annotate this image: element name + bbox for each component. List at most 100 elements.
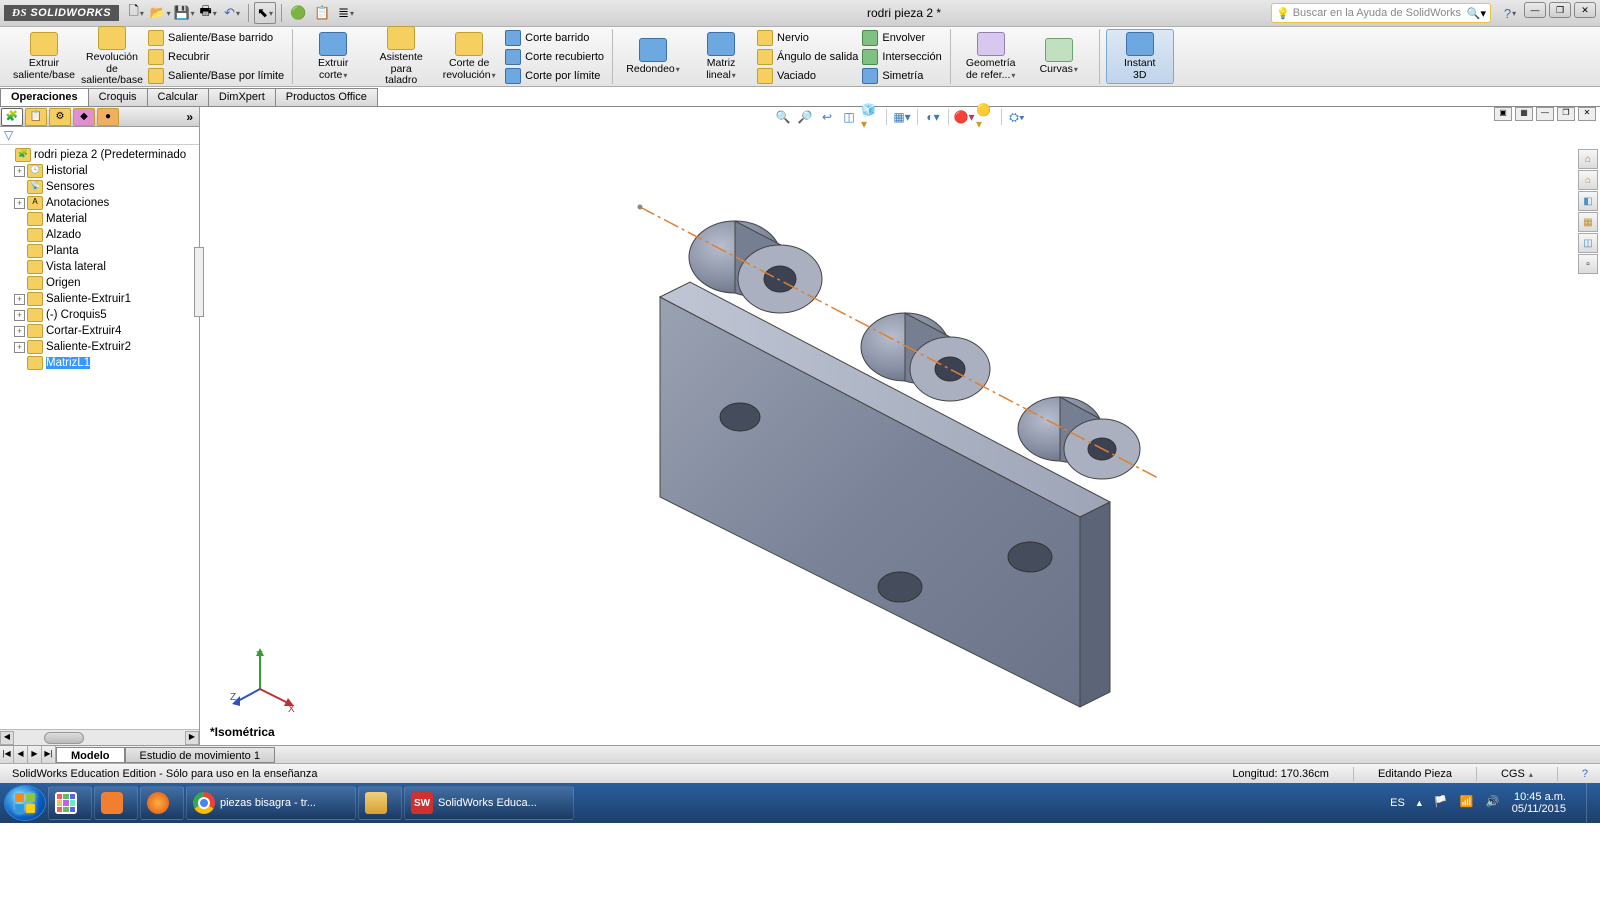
taskpane-library-icon[interactable]: ◧ [1578, 191, 1598, 211]
tab-productos-office[interactable]: Productos Office [275, 88, 378, 106]
display-tab-icon[interactable]: ● [97, 108, 119, 126]
tree-item[interactable]: +Saliente-Extruir2 [0, 339, 199, 355]
view-settings-icon[interactable]: ⛭▾ [1007, 107, 1027, 127]
tab-dimxpert[interactable]: DimXpert [208, 88, 276, 106]
options-dropdown-button[interactable]: ≣▾ [335, 2, 357, 24]
tree-item[interactable]: Origen [0, 275, 199, 291]
tree-item[interactable]: Vista lateral [0, 259, 199, 275]
print-button[interactable]: 🖶▾ [197, 2, 219, 24]
intersect-button[interactable]: Intersección [860, 48, 943, 66]
expand-icon[interactable]: + [14, 294, 25, 305]
tab-calcular[interactable]: Calcular [147, 88, 209, 106]
taskbar-apps-button[interactable] [48, 786, 92, 820]
tree-item[interactable]: Planta [0, 243, 199, 259]
boundary-boss-button[interactable]: Saliente/Base por límite [146, 67, 286, 85]
zoom-area-icon[interactable]: 🔎 [795, 107, 815, 127]
scroll-left-icon[interactable]: ◀ [0, 731, 14, 745]
previous-view-icon[interactable]: ↩ [817, 107, 837, 127]
zoom-fit-icon[interactable]: 🔍 [773, 107, 793, 127]
tree-item[interactable]: +(-) Croquis5 [0, 307, 199, 323]
revolve-cut-button[interactable]: Corte de revolución▾ [435, 30, 503, 83]
lofted-cut-button[interactable]: Corte recubierto [503, 48, 606, 66]
tray-language[interactable]: ES [1390, 797, 1405, 809]
tray-flag-icon[interactable]: 🏳️ [1434, 795, 1450, 811]
tab-nav-first-icon[interactable]: |◀ [0, 746, 14, 763]
instant-3d-button[interactable]: Instant 3D [1106, 29, 1174, 84]
tree-item[interactable]: +🕓Historial [0, 163, 199, 179]
tree-scrollbar[interactable]: ◀ ▶ [0, 729, 199, 745]
open-file-button[interactable]: 📂▾ [149, 2, 171, 24]
tree-item[interactable]: 📡Sensores [0, 179, 199, 195]
appearance-icon[interactable]: 🔴▾ [954, 107, 974, 127]
swept-cut-button[interactable]: Corte barrido [503, 29, 606, 47]
lofted-boss-button[interactable]: Recubrir [146, 48, 286, 66]
taskpane-home-icon[interactable]: ⌂ [1578, 149, 1598, 169]
start-button[interactable] [4, 785, 46, 821]
scroll-thumb[interactable] [44, 732, 84, 744]
revolve-boss-button[interactable]: Revolución de saliente/base [78, 24, 146, 89]
show-desktop-button[interactable] [1586, 783, 1596, 823]
extrude-boss-button[interactable]: Extruir saliente/base [10, 30, 78, 83]
tray-network-icon[interactable]: 📶 [1460, 795, 1476, 811]
tree-item[interactable]: +AAnotaciones [0, 195, 199, 211]
tree-root[interactable]: 🧩rodri pieza 2 (Predeterminado [0, 147, 199, 163]
extrude-cut-button[interactable]: Extruir corte▾ [299, 30, 367, 83]
tab-croquis[interactable]: Croquis [88, 88, 148, 106]
tab-nav-next-icon[interactable]: ▶ [28, 746, 42, 763]
undo-button[interactable]: ↶▾ [221, 2, 243, 24]
tree-item[interactable]: +Saliente-Extruir1 [0, 291, 199, 307]
expand-icon[interactable]: + [14, 310, 25, 321]
tray-clock[interactable]: 10:45 a.m. 05/11/2015 [1512, 791, 1570, 815]
taskpane-view-icon[interactable]: ◫ [1578, 233, 1598, 253]
minimize-button[interactable]: — [1524, 2, 1546, 18]
taskbar-explorer-button[interactable] [358, 786, 402, 820]
rib-button[interactable]: Nervio [755, 29, 860, 47]
property-manager-tab-icon[interactable]: 📋 [25, 108, 47, 126]
new-file-button[interactable]: 🗋▾ [125, 2, 147, 24]
reference-geometry-button[interactable]: Geometría de refer...▾ [957, 30, 1025, 83]
tab-nav-prev-icon[interactable]: ◀ [14, 746, 28, 763]
tray-expand-icon[interactable]: ▲ [1415, 798, 1424, 808]
help-button[interactable]: ?▾ [1499, 2, 1521, 24]
expand-icon[interactable]: + [14, 342, 25, 353]
tree-item[interactable]: MatrizL1 [0, 355, 199, 371]
swept-boss-button[interactable]: Saliente/Base barrido [146, 29, 286, 47]
boundary-cut-button[interactable]: Corte por límite [503, 67, 606, 85]
view-triad[interactable]: Y X Z [230, 644, 300, 717]
help-search-input[interactable]: 💡 Buscar en la Ayuda de SolidWorks 🔍▾ [1271, 3, 1491, 23]
taskpane-explorer-icon[interactable]: ▦ [1578, 212, 1598, 232]
tree-item[interactable]: Alzado [0, 227, 199, 243]
taskpane-resources-icon[interactable]: ⌂ [1578, 170, 1598, 190]
taskpane-appearance-icon[interactable]: ▫ [1578, 254, 1598, 274]
linear-pattern-button[interactable]: Matriz lineal▾ [687, 30, 755, 83]
fillet-button[interactable]: Redondeo▾ [619, 36, 687, 78]
graphics-viewport[interactable]: ▣ ▦ — ❐ ✕ 🔍 🔎 ↩ ◫ 🧊▾ ▦▾ ◐▾ 🔴▾ 🟡▾ ⛭▾ ⌂ ⌂ … [200, 107, 1600, 745]
expand-icon[interactable]: + [14, 326, 25, 337]
hole-wizard-button[interactable]: Asistente para taladro [367, 24, 435, 89]
taskbar-media-button[interactable] [94, 786, 138, 820]
close-button[interactable]: ✕ [1574, 2, 1596, 18]
taskbar-chrome-window[interactable]: piezas bisagra - tr... [186, 786, 356, 820]
mirror-button[interactable]: Simetría [860, 67, 943, 85]
taskbar-firefox-button[interactable] [140, 786, 184, 820]
tree-item[interactable]: Material [0, 211, 199, 227]
doc-close-button[interactable]: ✕ [1578, 107, 1596, 121]
rebuild-button[interactable]: 🟢 [287, 2, 309, 24]
search-icon[interactable]: 🔍▾ [1467, 7, 1486, 20]
tree-filter-bar[interactable]: ▽ [0, 127, 199, 145]
doc-restore-button[interactable]: ❐ [1557, 107, 1575, 121]
expand-icon[interactable]: + [14, 198, 25, 209]
scroll-right-icon[interactable]: ▶ [185, 731, 199, 745]
taskbar-solidworks-window[interactable]: SW SolidWorks Educa... [404, 786, 574, 820]
model-tab[interactable]: Modelo [56, 747, 125, 763]
wrap-button[interactable]: Envolver [860, 29, 943, 47]
panel-splitter-handle[interactable] [194, 247, 204, 317]
view-orientation-icon[interactable]: 🧊▾ [861, 107, 881, 127]
curves-button[interactable]: Curvas▾ [1025, 36, 1093, 78]
display-style-icon[interactable]: ▦▾ [892, 107, 912, 127]
status-help-icon[interactable]: ? [1576, 768, 1594, 780]
dimxpert-tab-icon[interactable]: ◆ [73, 108, 95, 126]
tree-item[interactable]: +Cortar-Extruir4 [0, 323, 199, 339]
expand-icon[interactable]: + [14, 166, 25, 177]
tray-volume-icon[interactable]: 🔊 [1486, 795, 1502, 811]
